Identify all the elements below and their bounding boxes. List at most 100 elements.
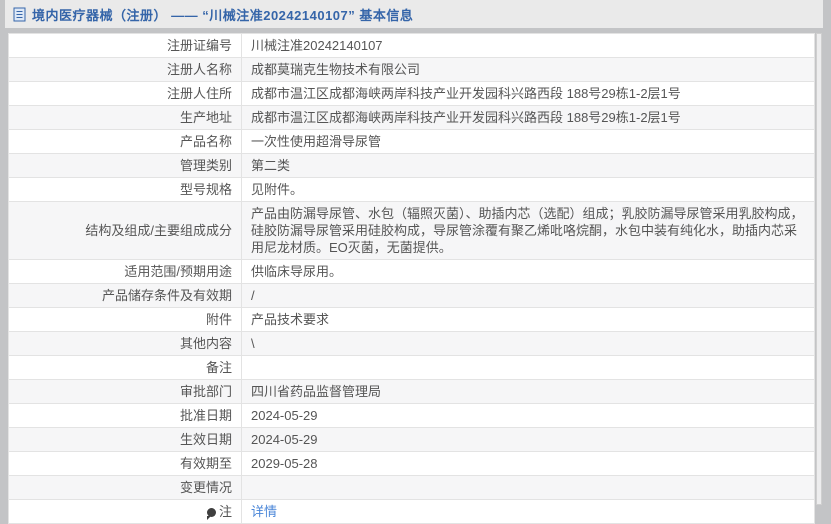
row-label-cell: 管理类别 (8, 153, 242, 178)
row-label: 审批部门 (179, 384, 232, 399)
row-label-cell: 批准日期 (8, 403, 242, 428)
table-row: 产品名称 一次性使用超滑导尿管 (8, 129, 815, 154)
row-label: 产品储存条件及有效期 (101, 288, 232, 303)
row-label: 其他内容 (179, 336, 232, 351)
row-value-cell: 成都市温江区成都海峡两岸科技产业开发园科兴路西段 188号29栋1-2层1号 (241, 105, 815, 130)
table-row: 结构及组成/主要组成成分 产品由防漏导尿管、水包（辐照灭菌）、助插内芯（选配）组成… (8, 201, 815, 260)
row-value: 四川省药品监督管理局 (251, 384, 382, 399)
row-label: 生效日期 (179, 432, 232, 447)
table-row: 生效日期 2024-05-29 (8, 427, 815, 452)
row-label-cell: 结构及组成/主要组成成分 (8, 201, 242, 260)
row-label-cell: 注 (8, 499, 242, 524)
row-value: 产品技术要求 (251, 312, 330, 327)
row-label-cell: 生产地址 (8, 105, 242, 130)
row-value: / (251, 288, 255, 303)
row-label: 有效期至 (179, 456, 232, 471)
row-label: 结构及组成/主要组成成分 (85, 223, 232, 238)
row-value-cell: 供临床导尿用。 (241, 259, 815, 284)
details-link[interactable]: 详情 (251, 504, 277, 519)
table-row: 注册证编号 川械注准20242140107 (8, 33, 815, 58)
row-value: 川械注准20242140107 (251, 38, 383, 53)
page-header: 境内医疗器械（注册） —— “川械注准20242140107” 基本信息 (5, 0, 823, 28)
row-label-cell: 注册人名称 (8, 57, 242, 82)
row-label-cell: 生效日期 (8, 427, 242, 452)
row-label: 注册人名称 (166, 62, 232, 77)
table-row: 适用范围/预期用途 供临床导尿用。 (8, 259, 815, 284)
document-icon (13, 7, 26, 22)
page-title: 境内医疗器械（注册） —— “川械注准20242140107” 基本信息 (32, 7, 414, 23)
row-value-cell: 产品技术要求 (241, 307, 815, 332)
row-value: 2024-05-29 (251, 408, 318, 423)
row-value-cell (241, 355, 815, 380)
row-value: 第二类 (251, 158, 291, 173)
row-value-cell: 2024-05-29 (241, 403, 815, 428)
row-label: 适用范围/预期用途 (124, 264, 232, 279)
row-value-cell: 四川省药品监督管理局 (241, 379, 815, 404)
table-row: 注 详情 (8, 499, 815, 524)
row-value: 2029-05-28 (251, 456, 318, 471)
row-label-cell: 有效期至 (8, 451, 242, 476)
row-label: 管理类别 (179, 158, 232, 173)
row-label: 注 (218, 504, 232, 519)
table-row: 变更情况 (8, 475, 815, 500)
row-value: 产品由防漏导尿管、水包（辐照灭菌）、助插内芯（选配）组成；乳胶防漏导尿管采用乳胶… (251, 206, 804, 255)
row-value: 2024-05-29 (251, 432, 318, 447)
row-label: 注册证编号 (166, 38, 232, 53)
row-value-cell: 成都莫瑞克生物技术有限公司 (241, 57, 815, 82)
table-row: 批准日期 2024-05-29 (8, 403, 815, 428)
row-label: 型号规格 (179, 182, 232, 197)
row-value: 见附件。 (251, 182, 304, 197)
info-table-container: 注册证编号 川械注准20242140107 注册人名称 成都莫瑞克生物技术有限公司 注册… (8, 33, 815, 524)
row-label: 生产地址 (179, 110, 232, 125)
row-label-cell: 变更情况 (8, 475, 242, 500)
row-label-cell: 其他内容 (8, 331, 242, 356)
row-value-cell: 2024-05-29 (241, 427, 815, 452)
row-label: 注册人住所 (166, 86, 232, 101)
row-value: 成都莫瑞克生物技术有限公司 (251, 62, 421, 77)
row-label: 变更情况 (179, 480, 232, 495)
row-label-cell: 注册人住所 (8, 81, 242, 106)
row-label-cell: 产品名称 (8, 129, 242, 154)
row-label: 产品名称 (179, 134, 232, 149)
row-value-cell: 一次性使用超滑导尿管 (241, 129, 815, 154)
table-row: 注册人名称 成都莫瑞克生物技术有限公司 (8, 57, 815, 82)
row-label: 附件 (205, 312, 232, 327)
row-value: \ (251, 336, 255, 351)
scrollbar-track[interactable] (816, 33, 822, 505)
row-label-cell: 注册证编号 (8, 33, 242, 58)
row-value-cell: 成都市温江区成都海峡两岸科技产业开发园科兴路西段 188号29栋1-2层1号 (241, 81, 815, 106)
row-label-cell: 审批部门 (8, 379, 242, 404)
row-value-cell: / (241, 283, 815, 308)
row-value-cell: 见附件。 (241, 177, 815, 202)
table-row: 管理类别 第二类 (8, 153, 815, 178)
page: { "header": { "icon": "document-icon", "… (0, 0, 831, 524)
row-label-cell: 型号规格 (8, 177, 242, 202)
row-label-cell: 适用范围/预期用途 (8, 259, 242, 284)
row-label: 备注 (205, 360, 232, 375)
row-label-cell: 产品储存条件及有效期 (8, 283, 242, 308)
table-row: 审批部门 四川省药品监督管理局 (8, 379, 815, 404)
row-value: 供临床导尿用。 (251, 264, 343, 279)
table-row: 生产地址 成都市温江区成都海峡两岸科技产业开发园科兴路西段 188号29栋1-2层… (8, 105, 815, 130)
row-value: 一次性使用超滑导尿管 (251, 134, 382, 149)
table-row: 有效期至 2029-05-28 (8, 451, 815, 476)
row-value-cell: 详情 (241, 499, 815, 524)
row-label-cell: 附件 (8, 307, 242, 332)
table-row: 型号规格 见附件。 (8, 177, 815, 202)
row-value: 成都市温江区成都海峡两岸科技产业开发园科兴路西段 188号29栋1-2层1号 (251, 86, 681, 101)
row-value: 成都市温江区成都海峡两岸科技产业开发园科兴路西段 188号29栋1-2层1号 (251, 110, 681, 125)
table-row: 产品储存条件及有效期 / (8, 283, 815, 308)
table-row: 注册人住所 成都市温江区成都海峡两岸科技产业开发园科兴路西段 188号29栋1-2… (8, 81, 815, 106)
row-value-cell: 第二类 (241, 153, 815, 178)
row-value-cell: \ (241, 331, 815, 356)
row-value-cell: 川械注准20242140107 (241, 33, 815, 58)
row-value-cell (241, 475, 815, 500)
row-label: 批准日期 (179, 408, 232, 423)
row-value-cell: 产品由防漏导尿管、水包（辐照灭菌）、助插内芯（选配）组成；乳胶防漏导尿管采用乳胶… (241, 201, 815, 260)
info-table: 注册证编号 川械注准20242140107 注册人名称 成都莫瑞克生物技术有限公司 注册… (8, 33, 815, 524)
row-value-cell: 2029-05-28 (241, 451, 815, 476)
table-row: 其他内容 \ (8, 331, 815, 356)
table-row: 附件 产品技术要求 (8, 307, 815, 332)
row-label-cell: 备注 (8, 355, 242, 380)
table-row: 备注 (8, 355, 815, 380)
